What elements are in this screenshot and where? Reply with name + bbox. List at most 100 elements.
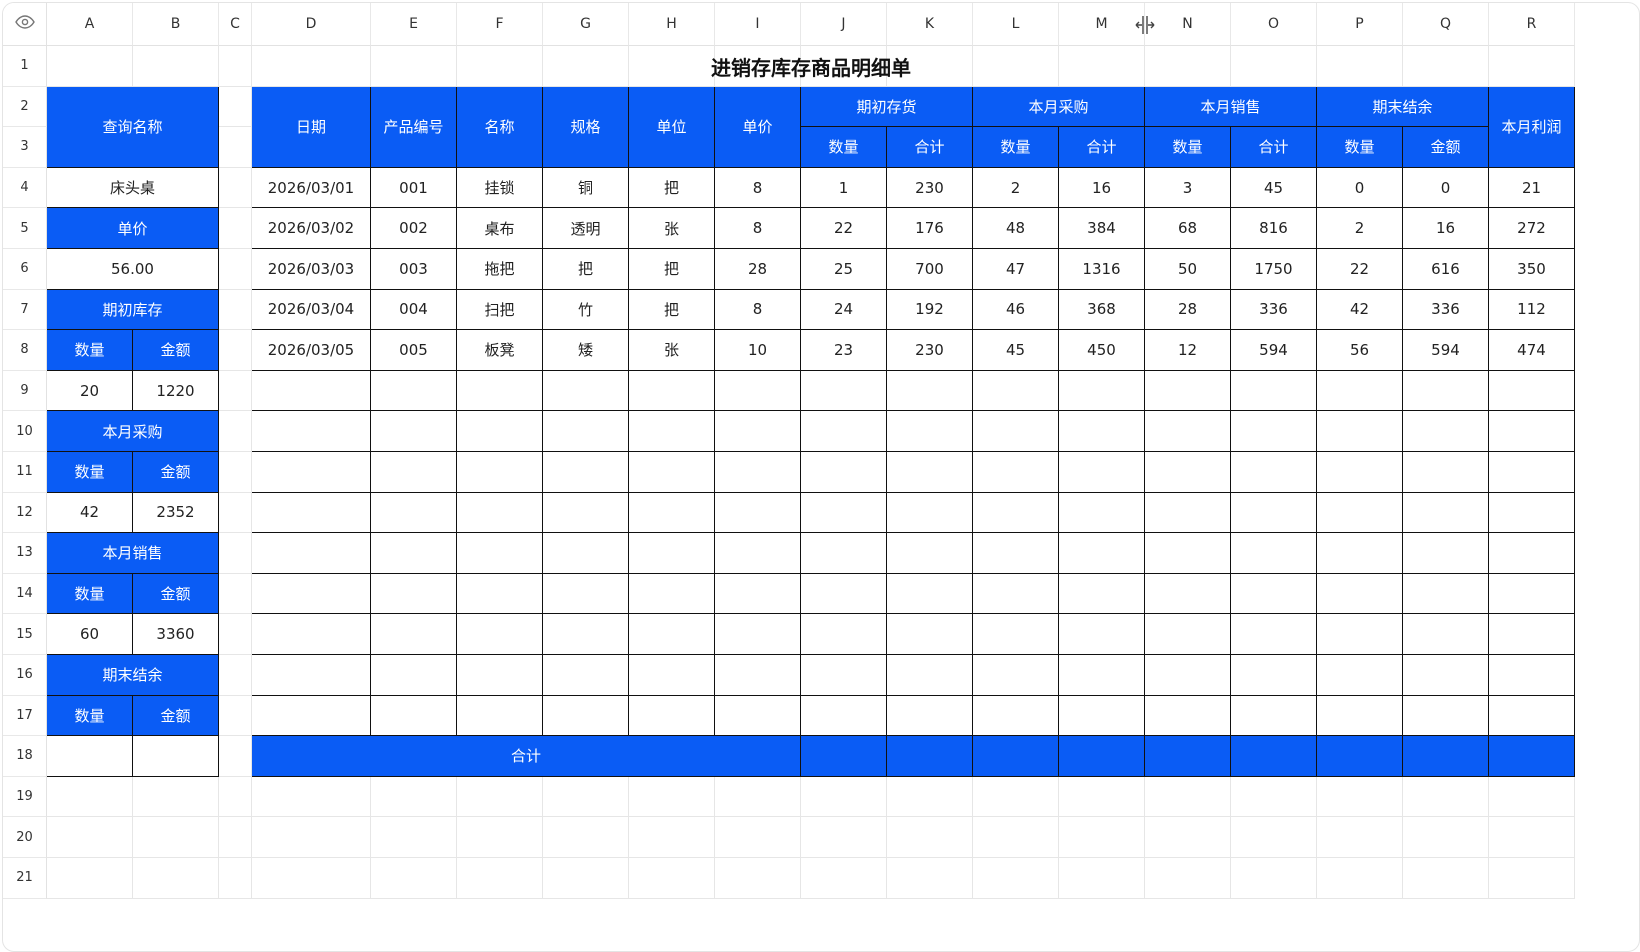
table-cell[interactable]: 2 xyxy=(1317,208,1403,249)
grid-cell[interactable] xyxy=(371,858,457,899)
table-cell[interactable]: 50 xyxy=(1145,249,1231,290)
grid-cell[interactable] xyxy=(1403,858,1489,899)
table-empty-cell[interactable] xyxy=(801,370,887,412)
table-cell[interactable]: 把 xyxy=(629,289,715,331)
grid-cell[interactable] xyxy=(1145,858,1231,899)
grid-cell[interactable] xyxy=(252,858,371,899)
table-cell[interactable]: 透明 xyxy=(543,208,629,249)
table-cell[interactable]: 336 xyxy=(1231,289,1317,331)
unit-price-value[interactable]: 56.00 xyxy=(47,249,219,290)
grid-cell[interactable] xyxy=(252,776,371,818)
table-empty-cell[interactable] xyxy=(801,492,887,534)
table-empty-cell[interactable] xyxy=(1059,533,1145,574)
table-cell[interactable]: 42 xyxy=(1317,289,1403,331)
table-empty-cell[interactable] xyxy=(252,533,371,574)
table-cell[interactable]: 12 xyxy=(1145,330,1231,371)
table-empty-cell[interactable] xyxy=(1403,655,1489,696)
grid-cell[interactable] xyxy=(219,533,252,574)
table-empty-cell[interactable] xyxy=(1231,492,1317,534)
query-name-value[interactable]: 床头桌 xyxy=(47,167,219,209)
table-empty-cell[interactable] xyxy=(543,695,629,737)
table-empty-cell[interactable] xyxy=(1145,695,1231,737)
table-empty-cell[interactable] xyxy=(1145,411,1231,452)
table-empty-cell[interactable] xyxy=(1231,573,1317,615)
table-empty-cell[interactable] xyxy=(1317,655,1403,696)
column-header-r[interactable]: R xyxy=(1489,3,1575,46)
grid-cell[interactable] xyxy=(47,817,133,858)
grid-cell[interactable] xyxy=(629,858,715,899)
grid-cell[interactable] xyxy=(219,573,252,615)
table-empty-cell[interactable] xyxy=(371,411,457,452)
spreadsheet-grid[interactable]: A B C D E F G H I J K L M N O P Q R 1 2 3 4 5 6 7 8 9 10 11 12 13 14 15 1… xyxy=(2,2,1640,952)
grid-cell[interactable] xyxy=(1059,776,1145,818)
table-cell[interactable]: 594 xyxy=(1403,330,1489,371)
grid-cell[interactable] xyxy=(1231,817,1317,858)
table-cell[interactable]: 003 xyxy=(371,249,457,290)
table-cell[interactable]: 把 xyxy=(543,249,629,290)
table-empty-cell[interactable] xyxy=(715,452,801,493)
table-empty-cell[interactable] xyxy=(1059,695,1145,737)
table-empty-cell[interactable] xyxy=(1489,655,1575,696)
table-empty-cell[interactable] xyxy=(801,614,887,655)
table-empty-cell[interactable] xyxy=(801,655,887,696)
table-cell[interactable]: 竹 xyxy=(543,289,629,331)
grid-cell[interactable] xyxy=(715,776,801,818)
table-empty-cell[interactable] xyxy=(973,573,1059,615)
table-empty-cell[interactable] xyxy=(371,370,457,412)
table-empty-cell[interactable] xyxy=(1145,614,1231,655)
grid-cell[interactable] xyxy=(1489,858,1575,899)
grid-cell[interactable] xyxy=(219,208,252,249)
table-empty-cell[interactable] xyxy=(1317,614,1403,655)
grid-cell[interactable] xyxy=(1145,817,1231,858)
table-empty-cell[interactable] xyxy=(1403,533,1489,574)
table-empty-cell[interactable] xyxy=(887,614,973,655)
total-cell[interactable] xyxy=(887,736,973,777)
grid-cell[interactable] xyxy=(973,858,1059,899)
table-cell[interactable]: 230 xyxy=(887,167,973,209)
grid-cell[interactable] xyxy=(133,776,219,818)
table-empty-cell[interactable] xyxy=(1317,573,1403,615)
table-cell[interactable]: 450 xyxy=(1059,330,1145,371)
column-header-e[interactable]: E xyxy=(371,3,457,46)
table-empty-cell[interactable] xyxy=(973,452,1059,493)
table-cell[interactable]: 68 xyxy=(1145,208,1231,249)
grid-cell[interactable] xyxy=(887,858,973,899)
total-cell[interactable] xyxy=(1317,736,1403,777)
column-header-n[interactable]: N xyxy=(1145,3,1231,46)
table-empty-cell[interactable] xyxy=(973,492,1059,534)
grid-cell[interactable] xyxy=(629,817,715,858)
grid-cell[interactable] xyxy=(219,452,252,493)
table-empty-cell[interactable] xyxy=(1145,452,1231,493)
table-empty-cell[interactable] xyxy=(1231,695,1317,737)
table-cell[interactable]: 28 xyxy=(715,249,801,290)
table-cell[interactable]: 336 xyxy=(1403,289,1489,331)
table-cell[interactable]: 192 xyxy=(887,289,973,331)
row-header-6[interactable]: 6 xyxy=(3,249,47,290)
table-empty-cell[interactable] xyxy=(543,492,629,534)
table-empty-cell[interactable] xyxy=(1059,573,1145,615)
table-empty-cell[interactable] xyxy=(715,655,801,696)
total-cell[interactable] xyxy=(1403,736,1489,777)
table-empty-cell[interactable] xyxy=(629,411,715,452)
grid-cell[interactable] xyxy=(1317,858,1403,899)
table-empty-cell[interactable] xyxy=(715,695,801,737)
table-empty-cell[interactable] xyxy=(629,492,715,534)
column-header-f[interactable]: F xyxy=(457,3,543,46)
grid-cell[interactable] xyxy=(219,655,252,696)
table-empty-cell[interactable] xyxy=(801,411,887,452)
side-qty-value[interactable]: 42 xyxy=(47,492,133,534)
row-header-9[interactable]: 9 xyxy=(3,370,47,412)
table-cell[interactable]: 铜 xyxy=(543,167,629,209)
table-empty-cell[interactable] xyxy=(1489,573,1575,615)
table-empty-cell[interactable] xyxy=(1317,695,1403,737)
row-header-14[interactable]: 14 xyxy=(3,573,47,615)
column-header-c[interactable]: C xyxy=(219,3,252,46)
side-qty-value[interactable]: 60 xyxy=(47,614,133,655)
table-empty-cell[interactable] xyxy=(1231,452,1317,493)
grid-cell[interactable] xyxy=(629,776,715,818)
table-empty-cell[interactable] xyxy=(1145,370,1231,412)
column-header-a[interactable]: A xyxy=(47,3,133,46)
grid-cell[interactable] xyxy=(219,411,252,452)
table-empty-cell[interactable] xyxy=(457,492,543,534)
table-empty-cell[interactable] xyxy=(1489,370,1575,412)
